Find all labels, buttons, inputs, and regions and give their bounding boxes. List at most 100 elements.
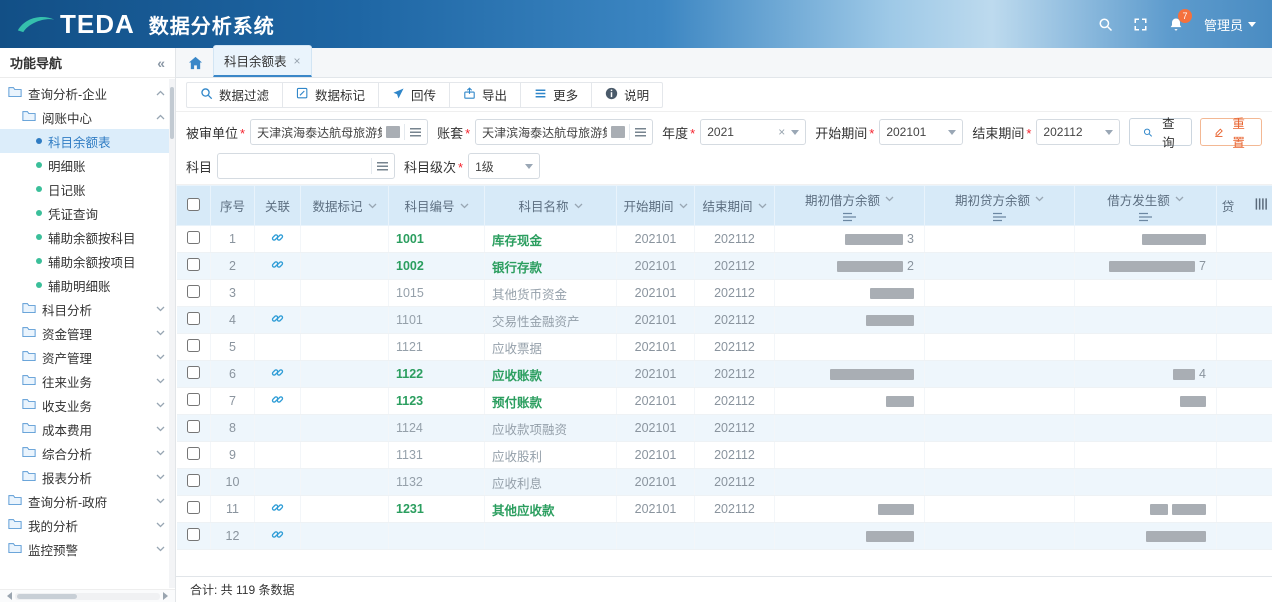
subject-name-link[interactable]: 应收股利	[492, 450, 542, 464]
sidebar-item-13[interactable]: 收支业务	[0, 393, 175, 417]
end-period-select[interactable]: 202112	[1036, 119, 1120, 145]
chevron-down-icon[interactable]	[156, 402, 165, 408]
sidebar-item-17[interactable]: 查询分析-政府	[0, 489, 175, 513]
row-checkbox[interactable]	[187, 339, 200, 352]
column-header-code[interactable]: 科目编号	[389, 186, 485, 226]
subject-name-link[interactable]: 其他应收款	[492, 504, 555, 518]
subject-code-link[interactable]: 1123	[396, 394, 423, 408]
row-checkbox[interactable]	[187, 312, 200, 325]
scroll-left-arrow[interactable]	[3, 592, 12, 600]
chevron-down-icon[interactable]	[156, 306, 165, 312]
chevron-down-icon[interactable]	[156, 498, 165, 504]
sidebar-item-10[interactable]: 资金管理	[0, 321, 175, 345]
column-header-jf[interactable]: 借方发生额	[1075, 186, 1217, 226]
chevron-down-icon[interactable]	[574, 203, 583, 209]
chevron-down-icon[interactable]	[1035, 196, 1044, 202]
reset-button[interactable]: 重置	[1200, 118, 1262, 146]
column-header-name[interactable]: 科目名称	[485, 186, 617, 226]
subject-name-link[interactable]: 应收账款	[492, 369, 542, 383]
scroll-track[interactable]	[15, 593, 160, 600]
chevron-down-icon[interactable]	[460, 203, 469, 209]
search-icon[interactable]	[1098, 17, 1113, 32]
sum-toggle-icon[interactable]	[779, 212, 920, 222]
subject-name-link[interactable]: 应收票据	[492, 342, 542, 356]
chevron-down-icon[interactable]	[156, 330, 165, 336]
sidebar-item-1[interactable]: 阅账中心	[0, 105, 175, 129]
row-checkbox[interactable]	[187, 420, 200, 433]
subject-name-link[interactable]: 银行存款	[492, 261, 542, 275]
year-select[interactable]: 2021 ×	[700, 119, 806, 145]
row-checkbox[interactable]	[187, 501, 200, 514]
row-checkbox[interactable]	[187, 474, 200, 487]
sidebar-item-7[interactable]: 辅助余额按项目	[0, 249, 175, 273]
link-icon[interactable]	[271, 260, 284, 274]
column-header-partial[interactable]: 贷	[1217, 186, 1272, 226]
row-checkbox[interactable]	[187, 366, 200, 379]
subject-name-link[interactable]: 应收款项融资	[492, 423, 567, 437]
tab-subject-balance[interactable]: 科目余额表 ×	[213, 45, 312, 77]
sidebar-item-6[interactable]: 辅助余额按科目	[0, 225, 175, 249]
sidebar-item-14[interactable]: 成本费用	[0, 417, 175, 441]
start-period-select[interactable]: 202101	[879, 119, 963, 145]
sum-toggle-icon[interactable]	[1079, 212, 1212, 222]
subject-name-link[interactable]: 库存现金	[492, 234, 542, 248]
ledger-picker-icon[interactable]	[629, 124, 646, 140]
row-checkbox[interactable]	[187, 285, 200, 298]
toolbar-button-0[interactable]: 数据过滤	[186, 82, 283, 108]
row-checkbox[interactable]	[187, 393, 200, 406]
link-icon[interactable]	[271, 530, 284, 544]
column-settings-icon[interactable]	[1255, 198, 1268, 213]
toolbar-button-1[interactable]: 数据标记	[282, 82, 379, 108]
chevron-down-icon[interactable]	[156, 522, 165, 528]
row-checkbox[interactable]	[187, 231, 200, 244]
sidebar-vertical-scrollbar[interactable]	[169, 79, 175, 588]
chevron-up-icon[interactable]	[156, 90, 165, 96]
toolbar-button-2[interactable]: 回传	[378, 82, 450, 108]
year-clear-icon[interactable]: ×	[778, 125, 785, 139]
sidebar-item-8[interactable]: 辅助明细账	[0, 273, 175, 297]
chevron-down-icon[interactable]	[679, 203, 688, 209]
link-icon[interactable]	[271, 395, 284, 409]
toolbar-button-4[interactable]: 更多	[520, 82, 592, 108]
scroll-right-arrow[interactable]	[163, 592, 172, 600]
sum-toggle-icon[interactable]	[929, 212, 1070, 222]
link-icon[interactable]	[271, 233, 284, 247]
sidebar-item-5[interactable]: 凭证查询	[0, 201, 175, 225]
subject-code-link[interactable]: 1132	[396, 475, 423, 489]
column-header-end[interactable]: 结束期间	[695, 186, 775, 226]
row-checkbox[interactable]	[187, 447, 200, 460]
tab-close-icon[interactable]: ×	[294, 55, 301, 67]
subject-code-link[interactable]: 1015	[396, 286, 424, 300]
subject-code-link[interactable]: 1124	[396, 421, 423, 435]
subject-picker-icon[interactable]	[371, 158, 388, 174]
subject-code-link[interactable]: 1121	[396, 340, 423, 354]
subject-name-link[interactable]: 预付账款	[492, 396, 542, 410]
notification-bell-icon[interactable]: 7	[1168, 16, 1184, 33]
sidebar-item-0[interactable]: 查询分析-企业	[0, 81, 175, 105]
chevron-down-icon[interactable]	[156, 426, 165, 432]
chevron-down-icon[interactable]	[156, 474, 165, 480]
link-icon[interactable]	[271, 503, 284, 517]
sidebar-item-15[interactable]: 综合分析	[0, 441, 175, 465]
chevron-down-icon[interactable]	[368, 203, 377, 209]
subject-code-link[interactable]: 1002	[396, 259, 424, 273]
sidebar-item-12[interactable]: 往来业务	[0, 369, 175, 393]
subject-name-link[interactable]: 交易性金融资产	[492, 315, 580, 329]
user-menu[interactable]: 管理员	[1204, 15, 1256, 34]
subject-input[interactable]	[217, 153, 395, 179]
column-header-start[interactable]: 开始期间	[617, 186, 695, 226]
ledger-input[interactable]: 天津滨海泰达航母旅游集团	[475, 119, 653, 145]
sidebar-item-16[interactable]: 报表分析	[0, 465, 175, 489]
chevron-up-icon[interactable]	[156, 114, 165, 120]
link-icon[interactable]	[271, 368, 284, 382]
column-header-qcd[interactable]: 期初贷方余额	[925, 186, 1075, 226]
select-all-checkbox[interactable]	[187, 198, 200, 211]
column-header-mark[interactable]: 数据标记	[301, 186, 389, 226]
chevron-down-icon[interactable]	[156, 354, 165, 360]
sidebar-horizontal-scrollbar[interactable]	[0, 589, 175, 602]
subject-code-link[interactable]: 1101	[396, 313, 423, 327]
subject-name-link[interactable]: 应收利息	[492, 477, 542, 491]
subject-level-select[interactable]: 1级	[468, 153, 540, 179]
subject-code-link[interactable]: 1231	[396, 502, 424, 516]
sidebar-item-19[interactable]: 监控预警	[0, 537, 175, 561]
